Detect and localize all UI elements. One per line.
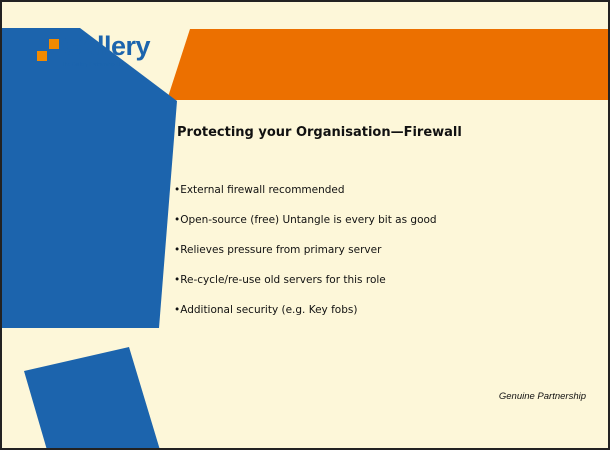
bullet-list: •External firewall recommended •Open-sou… [174,184,437,334]
logo-text: Gallery [62,31,151,61]
logo-squares-icon [37,39,59,61]
bullet-item: •Additional security (e.g. Key fobs) [174,304,358,316]
orange-header-band [167,29,608,100]
slide-footer: Genuine Partnership [498,391,586,402]
logo-tagline: The Gallery Partnership Ltd [62,62,124,68]
bullet-item: •Relieves pressure from primary server [174,244,382,256]
slide: Gallery The Gallery Partnership Ltd Prot… [0,0,610,450]
bullet-item: •Re-cycle/re-use old servers for this ro… [174,274,386,286]
bullet-item: •Open-source (free) Untangle is every bi… [174,214,437,226]
slide-title: Protecting your Organisation—Firewall [177,125,462,140]
blue-bottom-shape [24,347,160,448]
blue-top-shape [2,28,177,328]
bullet-item: •External firewall recommended [174,184,345,196]
